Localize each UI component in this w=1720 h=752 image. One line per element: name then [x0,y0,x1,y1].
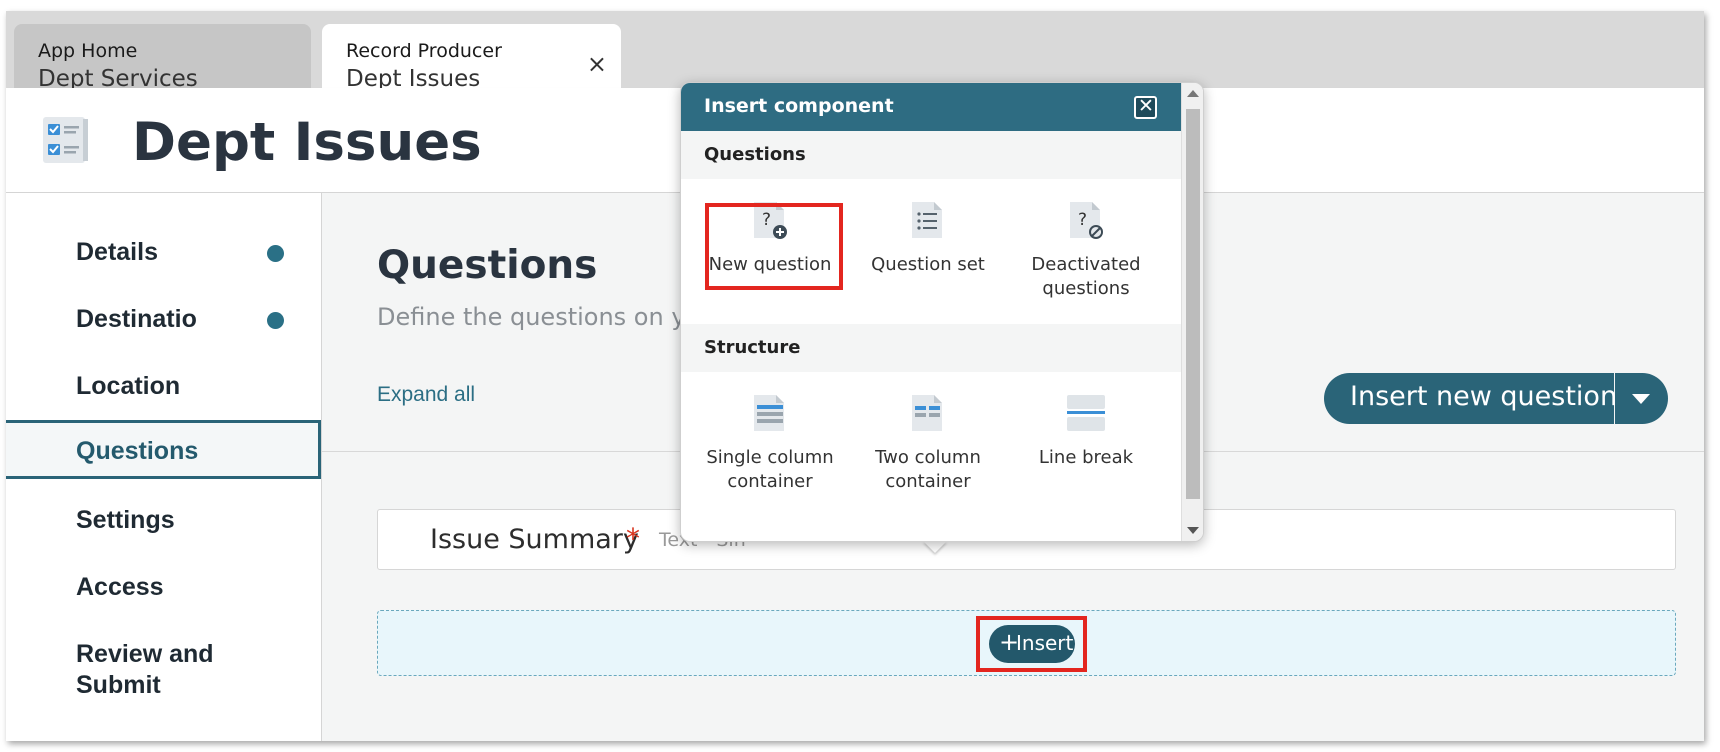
sidebar-item-access[interactable]: Access [6,558,321,614]
sidebar-item-details[interactable]: Details [6,223,321,279]
popover-header: Insert component ✕ [681,83,1181,131]
popover-pointer [923,541,947,553]
sidebar-item-label: Access [76,573,164,601]
insert-component-popover: Insert component ✕ Questions ? New quest… [680,82,1204,542]
option-label: Line break [1038,447,1134,468]
new-question-option[interactable]: ? New question [691,200,849,310]
option-label: Question set [871,254,985,275]
question-set-option[interactable]: Question set [849,200,1007,310]
sidebar-item-label: Location [76,372,181,400]
expand-all-link[interactable]: Expand all [377,383,475,407]
section-label: Questions [704,144,806,165]
sidebar-item-label: Questions [76,437,199,465]
tab-bar: App Home Dept Services Record Producer D… [6,11,1704,92]
section-label: Structure [704,337,801,358]
question-set-icon [912,202,942,238]
line-break-option[interactable]: Line break [1007,393,1165,503]
svg-text:?: ? [762,210,771,230]
chevron-down-icon [1632,394,1650,404]
structure-section-header: Structure [681,324,1181,372]
sidebar-item-label: Settings [76,506,175,534]
tab-app-home[interactable]: App Home Dept Services [14,24,311,92]
close-tab-icon[interactable]: × [587,52,607,76]
app-window: App Home Dept Services Record Producer D… [6,11,1704,741]
insert-new-question-button[interactable]: Insert new question [1324,373,1618,424]
line-break-icon [1067,395,1105,431]
single-column-container-option[interactable]: Single column container [691,393,849,503]
sidebar-item-review-and-submit[interactable]: Review and Submit [6,625,321,705]
two-column-icon [912,395,942,431]
option-label: Deactivated questions [1031,254,1141,299]
popover-title: Insert component [704,95,894,117]
required-asterisk-icon: * [626,522,640,555]
close-popover-button[interactable]: ✕ [1134,95,1157,119]
sidebar-item-label: Details [76,238,158,266]
scroll-down-arrow-icon[interactable] [1187,527,1199,534]
popover-scrollbar[interactable] [1181,83,1203,541]
sidebar-item-label: Destinatio [76,305,197,333]
question-label: Issue Summary [430,524,639,555]
insert-button[interactable]: + Insert [989,625,1075,663]
single-column-icon [754,395,784,431]
sidebar-item-label: Review and Submit [76,640,214,700]
option-label: New question [708,254,832,275]
new-question-icon: ? [754,202,787,239]
deactivated-questions-icon: ? [1070,202,1103,239]
insert-button-label: Insert [1016,631,1074,655]
page-title: Dept Issues [132,112,482,173]
status-dot-icon [267,312,284,329]
questions-section-header: Questions [681,131,1181,179]
scrollbar-thumb[interactable] [1186,109,1200,499]
option-label: Two column container [875,447,981,492]
tab-title: Record Producer [346,40,502,62]
section-heading: Questions [377,243,598,288]
sidebar-item-questions[interactable]: Questions [6,420,321,479]
sidebar-item-destination[interactable]: Destinatio [6,290,321,346]
deactivated-questions-option[interactable]: ? Deactivated questions [1007,200,1165,310]
sidebar-item-settings[interactable]: Settings [6,491,321,547]
tab-title: App Home [38,40,138,62]
sidebar: Details Destinatio Location Questions Se… [6,193,322,741]
scroll-up-arrow-icon[interactable] [1187,90,1199,97]
insert-new-question-label: Insert new question [1350,381,1618,412]
insert-options-dropdown-button[interactable] [1615,373,1668,424]
checklist-form-icon [43,117,88,163]
sidebar-item-location[interactable]: Location [6,357,321,413]
tab-record-producer[interactable]: Record Producer Dept Issues × [322,24,621,92]
two-column-container-option[interactable]: Two column container [849,393,1007,503]
close-icon: ✕ [1138,95,1154,117]
status-dot-icon [267,245,284,262]
option-label: Single column container [706,447,834,492]
svg-text:?: ? [1078,210,1087,230]
